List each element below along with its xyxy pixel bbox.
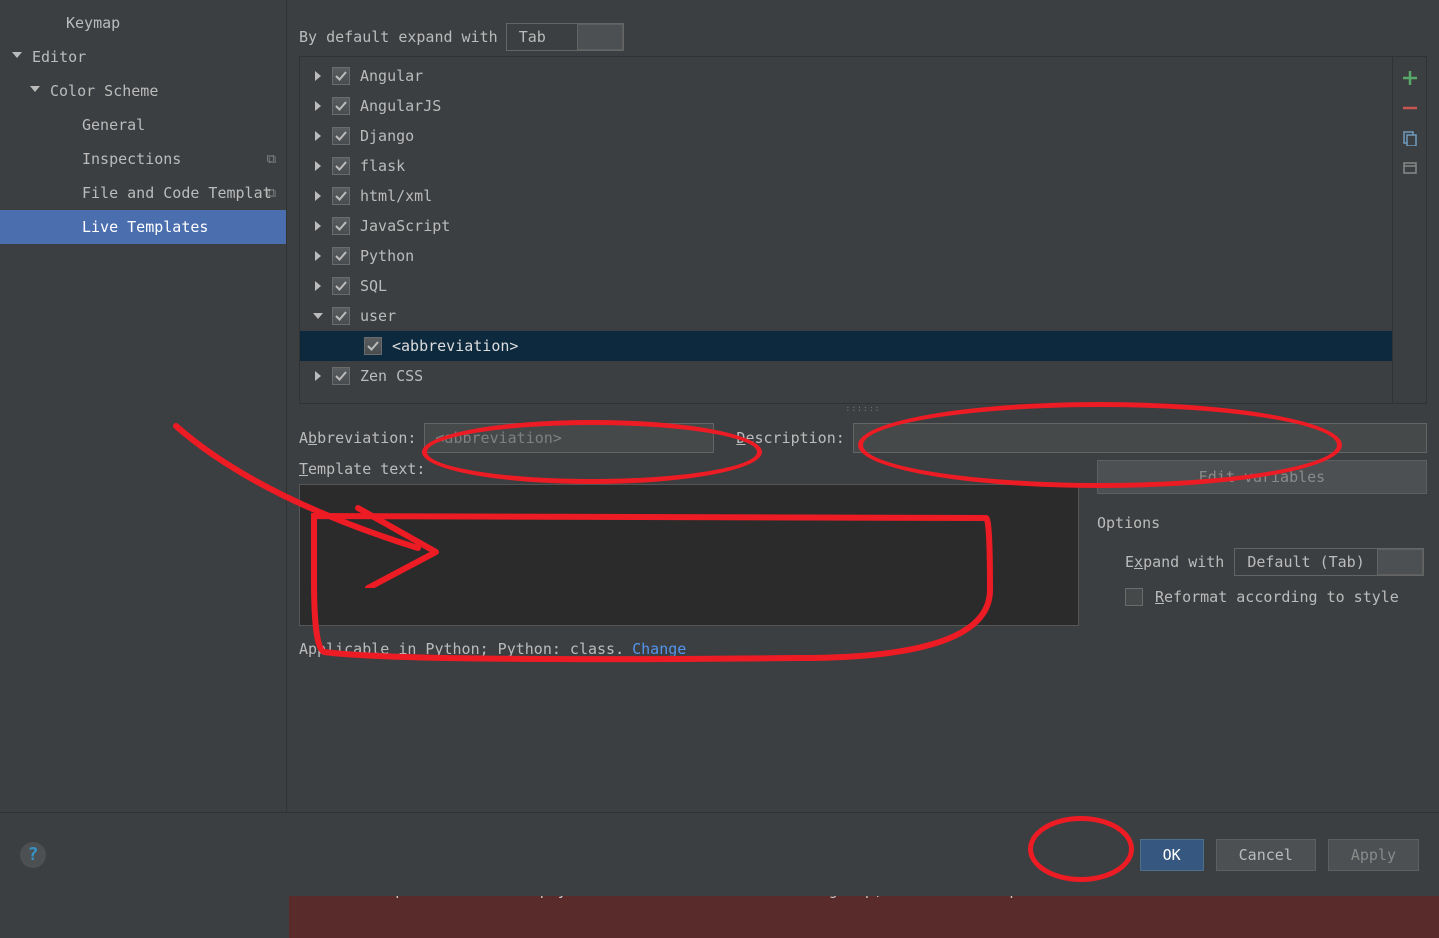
sidebar-item-label: Color Scheme [50, 82, 158, 100]
help-icon[interactable]: ? [20, 842, 46, 868]
edit-variables-button: Edit variables [1097, 460, 1427, 494]
checkbox[interactable] [332, 247, 350, 265]
reformat-label: Reformat according to style [1155, 588, 1399, 606]
copy-icon: ⧉ [267, 152, 276, 167]
chevron-right-icon[interactable] [310, 191, 326, 201]
sidebar-item-label: General [82, 116, 145, 134]
tree-group-html-xml[interactable]: html/xml [300, 181, 1392, 211]
reformat-checkbox[interactable] [1125, 588, 1143, 606]
chevron-down-icon[interactable] [310, 311, 326, 321]
tree-item-label: flask [360, 157, 405, 175]
add-icon[interactable] [1401, 69, 1419, 87]
ok-button[interactable]: OK [1140, 839, 1204, 871]
tree-group-zen-css[interactable]: Zen CSS [300, 361, 1392, 391]
tree-group-angularjs[interactable]: AngularJS [300, 91, 1392, 121]
chevron-right-icon[interactable] [310, 251, 326, 261]
tree-item-label: <abbreviation> [392, 337, 518, 355]
abbreviation-label: Abbreviation: [299, 429, 416, 447]
tree-item-label: user [360, 307, 396, 325]
tree-group-flask[interactable]: flask [300, 151, 1392, 181]
expand-with-label: Expand with [1125, 553, 1224, 571]
tree-item[interactable]: <abbreviation> [300, 331, 1392, 361]
chevron-right-icon[interactable] [310, 281, 326, 291]
template-text-label: Template text: [299, 460, 1079, 478]
expand-default-combo[interactable]: Tab [506, 23, 624, 51]
description-input[interactable] [853, 423, 1427, 453]
chevron-right-icon[interactable] [310, 161, 326, 171]
checkbox[interactable] [332, 127, 350, 145]
tree-group-angular[interactable]: Angular [300, 61, 1392, 91]
tree-group-sql[interactable]: SQL [300, 271, 1392, 301]
checkbox[interactable] [332, 307, 350, 325]
checkbox[interactable] [332, 97, 350, 115]
tree-item-label: html/xml [360, 187, 432, 205]
tree-item-label: Zen CSS [360, 367, 423, 385]
checkbox[interactable] [332, 217, 350, 235]
checkbox[interactable] [364, 337, 382, 355]
sidebar-item-live-templates[interactable]: Live Templates [0, 210, 286, 244]
sidebar-item-inspections[interactable]: Inspections ⧉ [0, 142, 286, 176]
sidebar-item-general[interactable]: General [0, 108, 286, 142]
sidebar-item-keymap[interactable]: Keymap [0, 6, 286, 40]
tree-item-label: Django [360, 127, 414, 145]
chevron-right-icon[interactable] [310, 131, 326, 141]
copy-icon: ⧉ [267, 186, 276, 201]
tree-item-label: AngularJS [360, 97, 441, 115]
tree-group-django[interactable]: Django [300, 121, 1392, 151]
settings-main: By default expand with Tab AngularAngula… [287, 0, 1439, 812]
chevron-right-icon[interactable] [310, 101, 326, 111]
sidebar-item-label: Editor [32, 48, 86, 66]
duplicate-icon[interactable] [1401, 129, 1419, 147]
sidebar-item-label: Live Templates [82, 218, 208, 236]
sidebar-item-label: File and Code Templat [82, 184, 272, 202]
tree-item-label: JavaScript [360, 217, 450, 235]
change-context-link[interactable]: Change [632, 640, 686, 658]
dialog-footer: ? OK Cancel Apply [0, 812, 1439, 896]
checkbox[interactable] [332, 277, 350, 295]
templates-tree[interactable]: Angular AngularJS Django flask html/xml JavaS… [299, 56, 1393, 404]
checkbox[interactable] [332, 187, 350, 205]
tree-item-label: Python [360, 247, 414, 265]
tree-group-python[interactable]: Python [300, 241, 1392, 271]
chevron-right-icon[interactable] [310, 71, 326, 81]
cancel-button[interactable]: Cancel [1216, 839, 1316, 871]
settings-sidebar: Keymap Editor Color Scheme General Inspectio… [0, 0, 287, 812]
applicable-context: Applicable in Python; Python: class. [299, 640, 624, 658]
sidebar-item-editor[interactable]: Editor [0, 40, 286, 74]
tree-side-toolbar [1393, 56, 1427, 404]
expand-with-combo[interactable]: Default (Tab) [1234, 548, 1423, 576]
apply-button[interactable]: Apply [1328, 839, 1419, 871]
expand-default-label: By default expand with [299, 28, 498, 46]
sidebar-item-label: Inspections [82, 150, 181, 168]
sidebar-item-label: Keymap [66, 14, 120, 32]
checkbox[interactable] [332, 367, 350, 385]
checkbox[interactable] [332, 67, 350, 85]
sidebar-item-color-scheme[interactable]: Color Scheme [0, 74, 286, 108]
restore-icon[interactable] [1401, 159, 1419, 177]
chevron-down-icon [30, 84, 44, 98]
tree-item-label: SQL [360, 277, 387, 295]
remove-icon[interactable] [1401, 99, 1419, 117]
checkbox[interactable] [332, 157, 350, 175]
tree-group-user[interactable]: user [300, 301, 1392, 331]
template-text-editor[interactable] [299, 484, 1079, 626]
tree-item-label: Angular [360, 67, 423, 85]
abbreviation-input[interactable]: <abbreviation> [424, 423, 714, 453]
chevron-right-icon[interactable] [310, 371, 326, 381]
chevron-right-icon[interactable] [310, 221, 326, 231]
options-title: Options [1097, 514, 1427, 532]
tree-group-javascript[interactable]: JavaScript [300, 211, 1392, 241]
chevron-down-icon [12, 50, 26, 64]
sidebar-item-file-and-code-templat[interactable]: File and Code Templat⧉ [0, 176, 286, 210]
description-label: Description: [736, 429, 844, 447]
